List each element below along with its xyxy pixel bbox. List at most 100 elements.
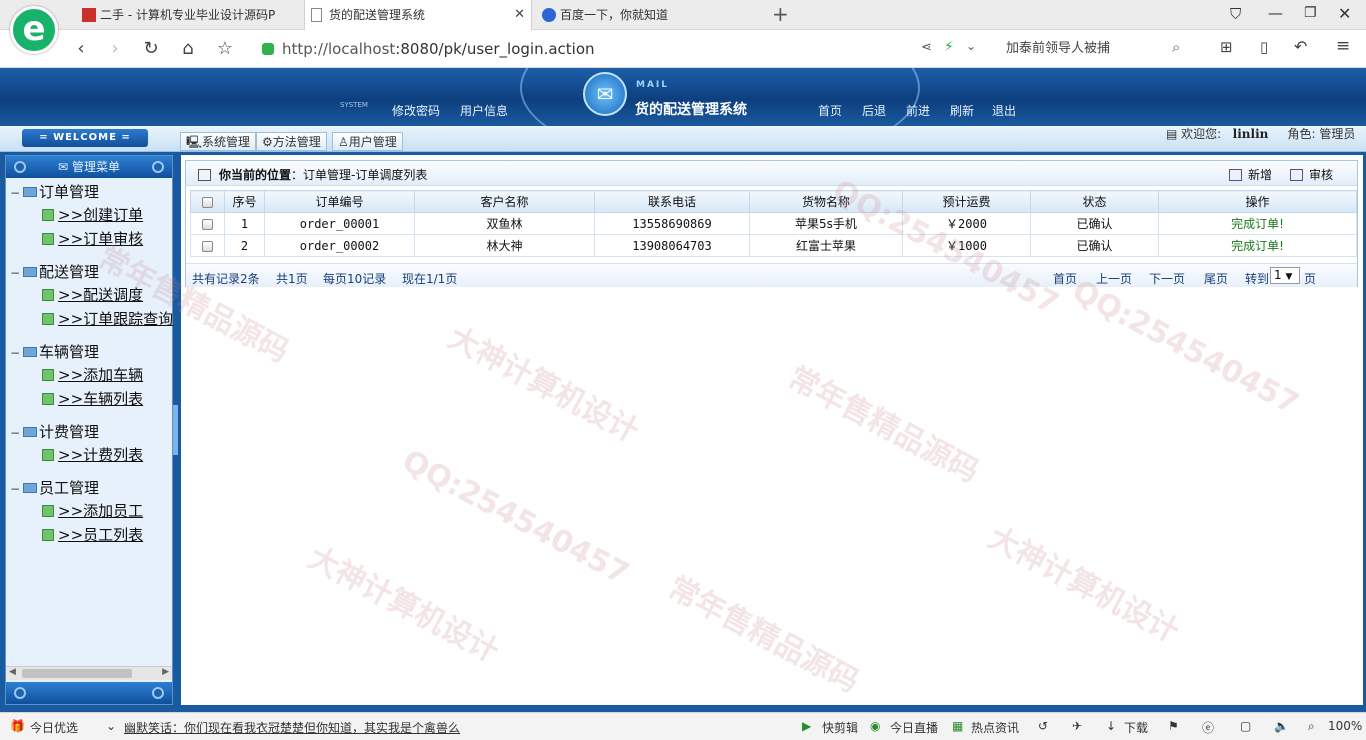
refresh-circle-icon[interactable]: ↺	[1038, 719, 1048, 733]
user-info-link[interactable]: 用户信息	[460, 102, 508, 119]
change-password-link[interactable]: 修改密码	[392, 102, 440, 119]
sidebar-group-delivery[interactable]: − 配送管理	[10, 262, 99, 282]
mail-tag: MAIL	[636, 80, 670, 90]
chevron-down-icon[interactable]: ⌄	[106, 719, 116, 733]
sidebar-item-billing-list[interactable]: >>计费列表	[42, 445, 143, 465]
home-link[interactable]: 首页	[818, 102, 842, 119]
tab-baidu[interactable]: 百度一下，你就知道	[536, 0, 766, 30]
sidebar-item-staff-list[interactable]: >>员工列表	[42, 525, 143, 545]
greeting-label: 欢迎您:	[1181, 127, 1222, 141]
sidebar-item-vehicle-list[interactable]: >>车辆列表	[42, 389, 143, 409]
home-icon[interactable]: ⌂	[175, 36, 201, 62]
last-page-link[interactable]: 尾页	[1204, 270, 1228, 287]
sidebar-group-order[interactable]: − 订单管理	[10, 182, 99, 202]
menu-icon[interactable]: ≡	[1336, 36, 1350, 56]
tab-delivery-system[interactable]: 货的配送管理系统 ✕	[304, 0, 532, 30]
sidebar-horizontal-scrollbar[interactable]: ◀ ▶	[6, 666, 172, 680]
live-link[interactable]: 今日直播	[890, 719, 938, 736]
zoom-level[interactable]: 100%	[1328, 719, 1362, 733]
prev-page-link[interactable]: 上一页	[1096, 270, 1132, 287]
logout-link[interactable]: 退出	[992, 102, 1016, 119]
browser-status-bar: 🎁 今日优选 ⌄ 幽默笑话：你们现在看我衣冠楚楚但你知道，其实我是个禽兽么 ▶ …	[0, 712, 1366, 740]
security-shield-icon	[262, 43, 274, 55]
cell-customer: 林大神	[414, 234, 595, 257]
sidebar-item-add-vehicle[interactable]: >>添加车辆	[42, 365, 143, 385]
item-label: >>添加员工	[58, 502, 144, 520]
new-tab-button[interactable]: +	[772, 2, 789, 26]
scrollbar-thumb[interactable]	[22, 669, 132, 678]
browser-logo-icon[interactable]: e	[10, 6, 58, 54]
row-checkbox[interactable]	[202, 218, 213, 230]
chevron-down-icon[interactable]: ⌄	[966, 39, 976, 53]
forward-icon[interactable]: ›	[102, 36, 128, 62]
pagination-bar: 共有记录2条 共1页 每页10记录 现在1/1页 首页 上一页 下一页 尾页 转…	[186, 263, 1357, 287]
back-icon[interactable]: ‹	[68, 36, 94, 62]
minimize-icon[interactable]: —	[1268, 4, 1283, 22]
group-label: 配送管理	[39, 263, 100, 281]
reload-icon[interactable]: ↻	[138, 36, 164, 62]
sidebar-item-order-tracking[interactable]: >>订单跟踪查询	[42, 309, 173, 329]
speaker-icon[interactable]: 🔈	[1274, 719, 1289, 733]
cell-fee: ￥2000	[902, 212, 1031, 235]
close-tab-icon[interactable]: ✕	[514, 0, 525, 30]
sidebar-group-staff[interactable]: − 员工管理	[10, 478, 99, 498]
undo-icon[interactable]: ↶	[1294, 37, 1307, 56]
hot-news-link[interactable]: 热点资讯	[971, 719, 1019, 736]
pin-icon[interactable]: ✈	[1072, 719, 1082, 733]
zoom-icon[interactable]: ⌕	[1308, 719, 1315, 734]
tab-title: 百度一下，你就知道	[560, 8, 669, 22]
row-checkbox[interactable]	[202, 240, 213, 252]
shirt-icon[interactable]: ⛉	[1230, 5, 1241, 23]
sidebar-group-billing[interactable]: − 计费管理	[10, 422, 99, 442]
close-window-icon[interactable]: ✕	[1338, 4, 1351, 23]
column-header: 序号	[224, 190, 265, 213]
sidebar-item-add-staff[interactable]: >>添加员工	[42, 501, 143, 521]
tab-ershou[interactable]: 二手 - 计算机专业毕业设计源码P	[76, 0, 276, 30]
complete-order-link[interactable]: 完成订单!	[1158, 234, 1357, 257]
item-label: >>计费列表	[58, 446, 144, 464]
scroll-left-icon[interactable]: ◀	[9, 667, 16, 677]
back-link[interactable]: 后退	[862, 102, 886, 119]
tab-method-manage[interactable]: ⚙方法管理	[256, 132, 327, 151]
reader-icon[interactable]: ▯	[1260, 38, 1268, 56]
search-icon[interactable]: ⌕	[1172, 38, 1180, 56]
favorite-star-icon[interactable]: ☆	[212, 36, 238, 62]
share-icon[interactable]: ⋖	[921, 40, 932, 55]
pager-per-page: 每页10记录	[323, 272, 387, 286]
quick-edit-link[interactable]: 快剪辑	[822, 719, 858, 736]
news-headline[interactable]: 加泰前领导人被捕	[1006, 36, 1110, 62]
today-pick-link[interactable]: 今日优选	[30, 719, 78, 736]
next-page-link[interactable]: 下一页	[1149, 270, 1185, 287]
maximize-icon[interactable]: ❐	[1304, 5, 1317, 21]
url-path: :8080/pk/user_login.action	[395, 40, 595, 58]
download-icon[interactable]: ↓	[1106, 719, 1116, 733]
add-button[interactable]: 新增	[1229, 166, 1272, 183]
flag-icon[interactable]: ⚑	[1168, 719, 1179, 733]
audit-button[interactable]: 审核	[1290, 166, 1333, 183]
page-select[interactable]: 1 ▼	[1270, 267, 1300, 284]
scroll-right-icon[interactable]: ▶	[162, 667, 169, 677]
address-bar[interactable]: http://localhost:8080/pk/user_login.acti…	[262, 36, 982, 62]
sidebar-item-create-order[interactable]: >>创建订单	[42, 205, 143, 225]
ticker-link[interactable]: 幽默笑话：你们现在看我衣冠楚楚但你知道，其实我是个禽兽么	[124, 719, 460, 736]
apps-grid-icon[interactable]: ⊞	[1220, 38, 1233, 56]
lightning-icon[interactable]: ⚡	[944, 39, 954, 55]
select-all-checkbox[interactable]	[202, 196, 213, 208]
location-path: ：订单管理-订单调度列表	[291, 168, 428, 182]
forward-link[interactable]: 前进	[906, 102, 930, 119]
sidebar-item-dispatch[interactable]: >>配送调度	[42, 285, 143, 305]
complete-order-link[interactable]: 完成订单!	[1158, 212, 1357, 235]
frame-splitter-handle[interactable]	[173, 405, 178, 455]
tab-user-manage[interactable]: ♙用户管理	[332, 132, 403, 151]
folder-icon	[23, 347, 37, 357]
sidebar-item-order-audit[interactable]: >>订单审核	[42, 229, 143, 249]
sidebar-group-vehicle[interactable]: − 车辆管理	[10, 342, 99, 362]
ie-icon[interactable]: ⓔ	[1202, 719, 1214, 736]
tab-system-manage[interactable]: 🖳系统管理	[180, 132, 257, 151]
window-icon[interactable]: ▢	[1240, 719, 1251, 733]
url-host: http://localhost	[282, 40, 396, 58]
first-page-link[interactable]: 首页	[1053, 270, 1077, 287]
download-link[interactable]: 下载	[1124, 719, 1148, 736]
refresh-link[interactable]: 刷新	[950, 102, 974, 119]
user-name: linlin	[1232, 127, 1269, 141]
